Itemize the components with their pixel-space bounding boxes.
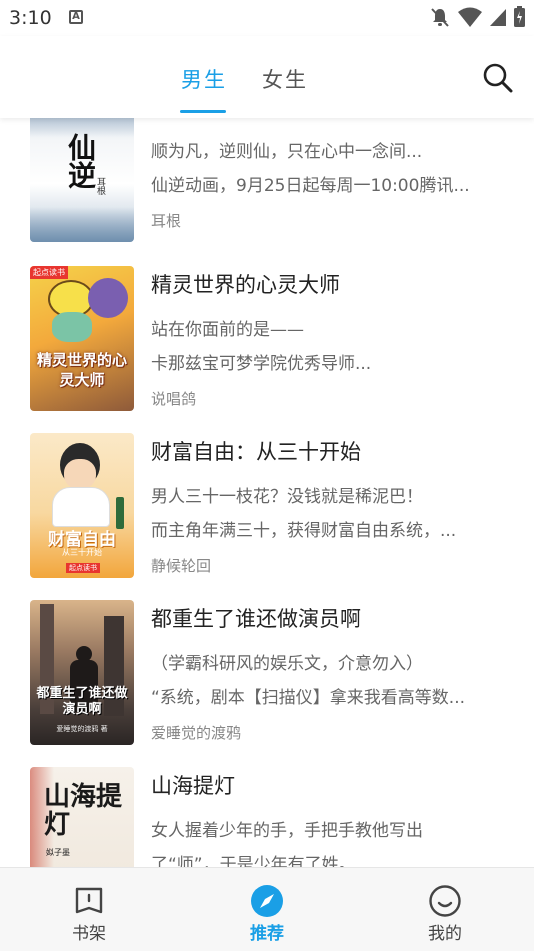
book-desc-line-1: 站在你面前的是——: [151, 320, 304, 340]
bottom-nav: 书架 推荐 我的: [0, 867, 534, 951]
cover-badge: 起点读书: [30, 266, 68, 279]
book-author: 爱睡觉的渡鸦: [151, 724, 242, 742]
book-title: 精灵世界的心灵大师: [151, 273, 340, 297]
tab-male[interactable]: 男生: [181, 64, 227, 94]
book-author: 说唱鸽: [151, 390, 197, 408]
compass-icon: [251, 885, 283, 917]
book-desc-line-1: 顺为凡，逆则仙，只在心中一念间...: [151, 142, 423, 162]
cover-title: 精灵世界的心灵大师: [36, 351, 127, 389]
nav-item-mine[interactable]: 我的: [385, 868, 505, 951]
book-author: 静候轮回: [151, 557, 212, 575]
list-item-book-2[interactable]: 起点读书 精灵世界的心灵大师 精灵世界的心灵大师 站在你面前的是—— 卡那兹宝可…: [0, 258, 534, 425]
cover-title: 都重生了谁还做演员啊: [36, 686, 128, 717]
nav-label-recommend: 推荐: [250, 924, 284, 944]
book-cover: 山海提灯 姒子墨: [30, 767, 134, 867]
book-desc-line-2: 卡那兹宝可梦学院优秀导师...: [151, 354, 372, 374]
book-cover: 仙逆 耳根: [30, 118, 134, 242]
nav-item-recommend[interactable]: 推荐: [207, 868, 327, 951]
book-list[interactable]: 仙逆 耳根 仙逆 顺为凡，逆则仙，只在心中一念间... 仙逆动画，9月25日起每…: [0, 118, 534, 867]
wifi-icon: [458, 7, 482, 27]
smiley-icon: [429, 885, 461, 917]
book-desc-line-2: 而主角年满三十，获得财富自由系统，...: [151, 521, 457, 541]
cover-title: 仙逆: [64, 133, 97, 189]
book-cover: 财富自由 从三十开始 起点读书: [30, 433, 134, 578]
search-icon[interactable]: [482, 62, 514, 94]
signal-icon: [490, 9, 506, 26]
book-desc-line-2: 了“师”，于是少年有了姓。 ...: [151, 855, 378, 867]
cover-badge: 起点读书: [66, 563, 100, 573]
list-item-book-4[interactable]: 都重生了谁还做演员啊 爱睡觉的渡鸦 著 都重生了谁还做演员啊 （学霸科研风的娱乐…: [0, 592, 534, 759]
book-cover: 都重生了谁还做演员啊 爱睡觉的渡鸦 著: [30, 600, 134, 745]
bookshelf-icon: [75, 887, 103, 914]
cover-author: 耳根: [95, 177, 105, 195]
nav-item-bookshelf[interactable]: 书架: [29, 868, 149, 951]
top-tab-bar: 男生 女生: [0, 36, 534, 118]
tab-female[interactable]: 女生: [262, 64, 308, 94]
book-title: 都重生了谁还做演员啊: [151, 607, 361, 631]
cover-title: 山海提灯: [44, 782, 123, 840]
active-tab-indicator: [180, 110, 226, 113]
status-time: 3:10: [9, 7, 52, 29]
book-desc-line-1: （学霸科研风的娱乐文，介意勿入）: [151, 654, 423, 674]
cover-author: 爱睡觉的渡鸦 著: [56, 725, 108, 733]
list-item-book-3[interactable]: 财富自由 从三十开始 起点读书 财富自由：从三十开始 男人三十一枝花？没钱就是稀…: [0, 425, 534, 592]
book-desc-line-1: 男人三十一枝花？没钱就是稀泥巴！: [151, 487, 423, 507]
nav-label-mine: 我的: [428, 924, 462, 944]
keyboard-notification-icon: A: [69, 10, 83, 24]
book-title: 财富自由：从三十开始: [151, 440, 361, 464]
book-desc-line-2: “系统，剧本【扫描仪】拿来我看高等数...: [151, 688, 466, 708]
list-item-book-5[interactable]: 山海提灯 姒子墨 山海提灯 女人握着少年的手，手把手教他写出 了“师”，于是少年…: [0, 759, 534, 867]
battery-icon: [514, 6, 525, 27]
cover-author: 姒子墨: [46, 848, 70, 857]
book-title: 山海提灯: [151, 774, 235, 798]
cover-subtitle: 从三十开始: [62, 548, 102, 557]
status-icons: [429, 6, 526, 28]
book-author: 耳根: [151, 212, 182, 230]
status-bar: 3:10 A: [0, 0, 534, 36]
book-desc-line-1: 女人握着少年的手，手把手教他写出: [151, 821, 423, 841]
do-not-disturb-icon: [431, 8, 449, 27]
list-item-book-1[interactable]: 仙逆 耳根 仙逆 顺为凡，逆则仙，只在心中一念间... 仙逆动画，9月25日起每…: [0, 118, 534, 254]
book-desc-line-2: 仙逆动画，9月25日起每周一10:00腾讯...: [151, 176, 470, 196]
book-cover: 起点读书 精灵世界的心灵大师: [30, 266, 134, 411]
nav-label-bookshelf: 书架: [72, 924, 106, 944]
